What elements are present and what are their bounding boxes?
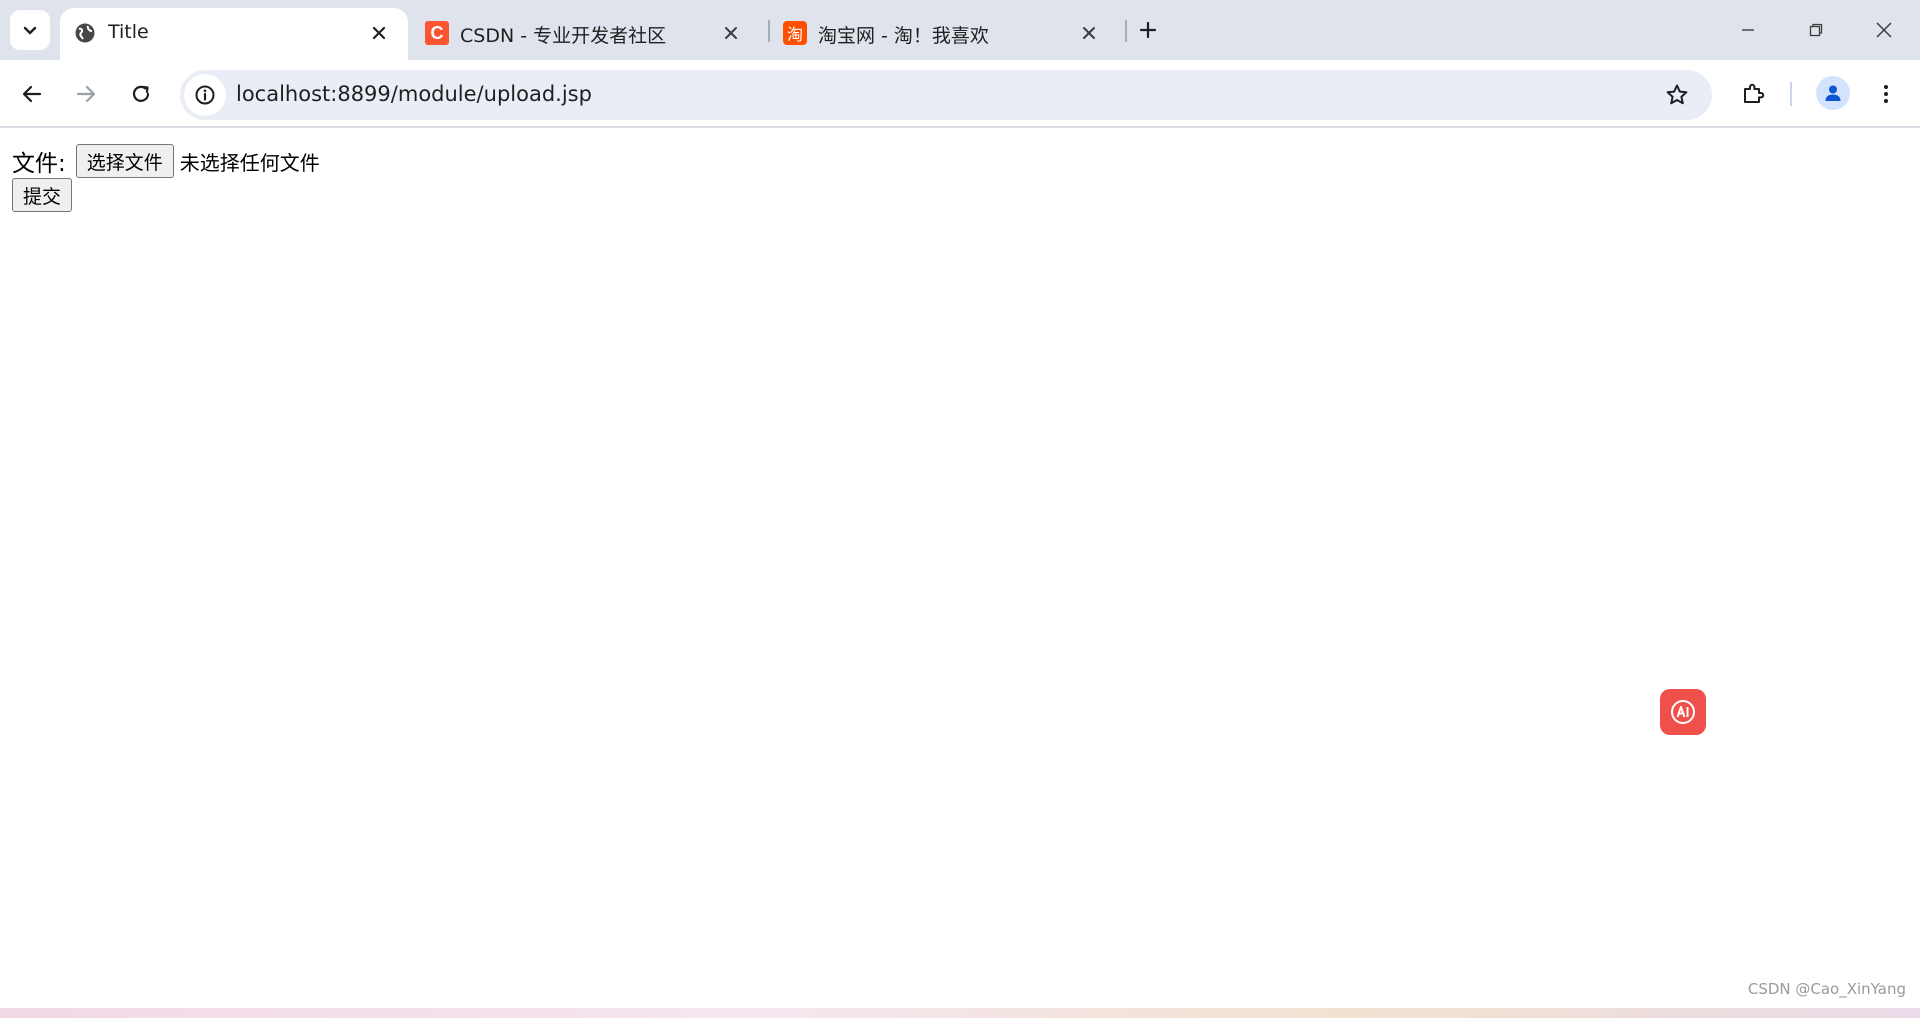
globe-icon: [72, 20, 98, 46]
ai-icon: [1671, 700, 1695, 724]
extensions-button[interactable]: [1733, 74, 1773, 114]
submit-row: 提交: [12, 178, 73, 212]
tab-label: 淘宝网 - 淘！我喜欢: [818, 25, 989, 47]
puzzle-icon: [1744, 83, 1765, 103]
tab-taobao[interactable]: 淘 淘宝网 - 淘！我喜欢: [770, 8, 1118, 60]
restore-button[interactable]: [1796, 12, 1836, 48]
close-window-button[interactable]: [1864, 12, 1904, 48]
taskbar-edge: [0, 1008, 1920, 1018]
tab-search-button[interactable]: [10, 10, 50, 50]
arrow-right-icon: [76, 85, 96, 103]
back-button[interactable]: [12, 74, 52, 114]
site-info-button[interactable]: [184, 74, 226, 116]
minimize-button[interactable]: [1728, 12, 1768, 48]
arrow-left-icon: [22, 85, 42, 103]
csdn-logo-icon: C: [424, 20, 450, 46]
no-file-selected-text: 未选择任何文件: [179, 150, 320, 175]
minimize-icon: [1742, 29, 1754, 31]
chevron-down-icon: [23, 26, 37, 35]
toolbar-separator: [1790, 82, 1792, 106]
file-label: 文件:: [12, 151, 66, 177]
reload-button[interactable]: [121, 74, 161, 114]
menu-button[interactable]: [1866, 74, 1906, 114]
tab-strip: Title C CSDN - 专业开发者社区 淘 淘宝网 - 淘！我喜欢: [0, 0, 1920, 60]
close-tab-icon[interactable]: [720, 22, 742, 44]
star-icon: [1666, 84, 1688, 105]
choose-file-button[interactable]: 选择文件: [75, 144, 174, 178]
tab-title[interactable]: Title: [60, 8, 408, 60]
close-tab-icon[interactable]: [368, 22, 390, 44]
more-vertical-icon: [1884, 85, 1888, 103]
taobao-logo-icon: 淘: [782, 20, 808, 46]
reload-icon: [132, 85, 150, 102]
close-tab-icon[interactable]: [1078, 22, 1100, 44]
tab-csdn[interactable]: C CSDN - 专业开发者社区: [412, 8, 760, 60]
person-icon: [1825, 85, 1841, 101]
submit-button[interactable]: 提交: [12, 178, 73, 212]
profile-avatar[interactable]: [1816, 76, 1850, 110]
page-content: 文件: 选择文件 未选择任何文件 提交 CSDN @Cao_XinYang: [0, 130, 1920, 1008]
browser-toolbar: localhost:8899/module/upload.jsp: [0, 60, 1920, 128]
bookmark-button[interactable]: [1662, 80, 1692, 110]
forward-button[interactable]: [66, 74, 106, 114]
watermark: CSDN @Cao_XinYang: [1747, 980, 1906, 998]
plus-icon: [1139, 21, 1157, 39]
ai-assistant-button[interactable]: [1660, 689, 1706, 735]
restore-icon: [1809, 23, 1823, 37]
tab-separator: [1125, 20, 1127, 42]
url-text[interactable]: localhost:8899/module/upload.jsp: [236, 82, 592, 106]
info-icon: [195, 85, 215, 105]
tab-label: CSDN - 专业开发者社区: [460, 25, 667, 47]
close-icon: [1876, 22, 1892, 38]
upload-form: 文件: 选择文件 未选择任何文件: [12, 144, 320, 178]
address-bar[interactable]: localhost:8899/module/upload.jsp: [180, 70, 1712, 120]
new-tab-button[interactable]: [1132, 14, 1164, 46]
tab-label: Title: [108, 21, 149, 43]
